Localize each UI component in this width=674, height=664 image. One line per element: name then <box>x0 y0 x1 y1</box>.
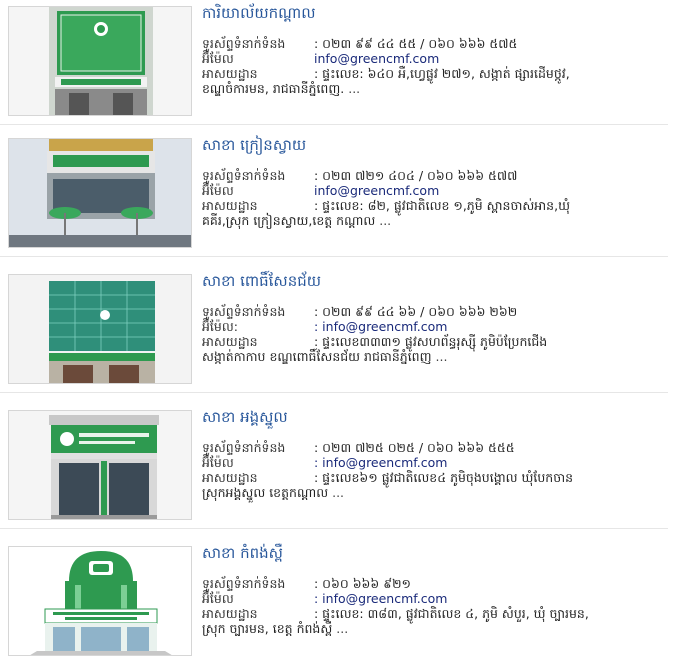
address-line-2-wrap: គគីរ,ស្រុក ក្រៀនស្វាយ,ខេត្ត កណ្តាល ... <box>202 213 664 228</box>
address-row: អាសយដ្ឋាន : ផ្ទះលេខ: ៣៨៣, ផ្លូវជាតិលេខ ៤… <box>202 606 664 621</box>
email-row: អ៊ីម៉ែល info@greencmf.com <box>202 183 664 198</box>
branch-title[interactable]: សាខា កំពង់ស្ពឺ <box>202 544 283 566</box>
email-label: អ៊ីម៉ែល <box>202 51 234 66</box>
address-line-1: : ផ្ទះលេខ: ៦៤០ អឺ,ហ្វេផ្លូវ ២៧១, សង្កាត់… <box>314 66 570 81</box>
branch-photo[interactable] <box>8 274 192 384</box>
phone-value: : ០២៣ ៩៩ ៤៤ ៥៥ / ០៦០ ៦៦៦ ៥៧៥ <box>314 36 518 51</box>
address-line-2: សង្កាត់កាកាប ខណ្ឌពោធិ៍សែនជ័យ រាជធានីភ្នំ… <box>202 349 432 364</box>
address-line-2: គគីរ,ស្រុក ក្រៀនស្វាយ,ខេត្ត កណ្តាល <box>202 213 376 228</box>
branch-item: សាខា ពោធិ៍សែនជ័យ ទូរស័ព្ទទំនាក់ទំនង : ០២… <box>0 268 668 393</box>
branch-list: ការិយាល័យកណ្តាល ទូរស័ព្ទទំនាក់ទំនង : ០២៣… <box>0 0 674 663</box>
email-label: អ៊ីម៉ែល <box>202 183 234 198</box>
address-label: អាសយដ្ឋាន <box>202 606 258 621</box>
branch-title[interactable]: សាខា អង្គស្នួល <box>202 408 288 430</box>
address-line-1: : ផ្ទះលេខ: ៨២, ផ្លូវជាតិលេខ ១,ភូមិ ស្ពាន… <box>314 198 570 213</box>
phone-row: ទូរស័ព្ទទំនាក់ទំនង : ០៦០ ៦៦៦ ៩២១ <box>202 576 664 591</box>
address-line-2-wrap: ខណ្ឌចំការមន, រាជធានីភ្នំពេញ. ... <box>202 81 664 96</box>
phone-row: ទូរស័ព្ទទំនាក់ទំនង : ០២៣ ៧២១ ៤០៤ / ០៦០ ៦… <box>202 168 664 183</box>
phone-value: : ០២៣ ៩៩ ៤៤ ៦៦ / ០៦០ ៦៦៦ ២៦២ <box>314 304 518 319</box>
phone-value: : ០៦០ ៦៦៦ ៩២១ <box>314 576 412 591</box>
building-photo-icon <box>9 411 191 519</box>
branch-title[interactable]: ការិយាល័យកណ្តាល <box>202 4 316 26</box>
email-link[interactable]: : info@greencmf.com <box>314 319 447 334</box>
email-link[interactable]: : info@greencmf.com <box>314 591 447 606</box>
more-link[interactable]: ... <box>332 485 344 500</box>
branch-item: សាខា អង្គស្នួល ទូរស័ព្ទទំនាក់ទំនង : ០២៣ … <box>0 404 668 529</box>
more-link[interactable]: ... <box>436 349 448 364</box>
address-line-2: ខណ្ឌចំការមន, រាជធានីភ្នំពេញ. <box>202 81 345 96</box>
address-line-1: : ផ្ទះលេខ៦១ ផ្លូវជាតិលេខ៤ ភូមិចុងបង្គោល … <box>314 470 574 485</box>
address-label: អាសយដ្ឋាន <box>202 198 258 213</box>
building-photo-icon <box>9 7 191 115</box>
address-line-2-wrap: ស្រុក ច្បារមន, ខេត្ត កំពង់ស្ពឺ ... <box>202 621 664 636</box>
email-label: អ៊ីម៉ែល: <box>202 319 238 334</box>
phone-label: ទូរស័ព្ទទំនាក់ទំនង <box>202 304 286 319</box>
address-label: អាសយដ្ឋាន <box>202 66 258 81</box>
email-link[interactable]: info@greencmf.com <box>314 51 439 66</box>
branch-details: ទូរស័ព្ទទំនាក់ទំនង : ០២៣ ៧២១ ៤០៤ / ០៦០ ៦… <box>202 168 664 228</box>
address-line-2-wrap: ស្រុកអង្គស្នួល ខេត្តកណ្តាល ... <box>202 485 664 500</box>
phone-row: ទូរស័ព្ទទំនាក់ទំនង : ០២៣ ៩៩ ៤៤ ៥៥ / ០៦០ … <box>202 36 664 51</box>
address-row: អាសយដ្ឋាន : ផ្ទះលេខ: ៨២, ផ្លូវជាតិលេខ ១,… <box>202 198 664 213</box>
phone-value: : ០២៣ ៧២១ ៤០៤ / ០៦០ ៦៦៦ ៥៧៧ <box>314 168 518 183</box>
branch-photo[interactable] <box>8 410 192 520</box>
email-row: អ៊ីម៉ែល info@greencmf.com <box>202 51 664 66</box>
address-line-2-wrap: សង្កាត់កាកាប ខណ្ឌពោធិ៍សែនជ័យ រាជធានីភ្នំ… <box>202 349 664 364</box>
branch-details: ទូរស័ព្ទទំនាក់ទំនង : ០២៣ ៧២៥ ០២៥ / ០៦០ ៦… <box>202 440 664 500</box>
more-link[interactable]: ... <box>336 621 348 636</box>
branch-item: សាខា ក្រៀនស្វាយ ទូរស័ព្ទទំនាក់ទំនង : ០២៣… <box>0 132 668 257</box>
address-line-1: : ផ្ទះលេខ៣៣៣១ ផ្លូវសហព័ន្ធរុស្ស៊ី ភូមិប៉… <box>314 334 548 349</box>
more-link[interactable]: ... <box>348 81 360 96</box>
branch-item: សាខា កំពង់ស្ពឺ ទូរស័ព្ទទំនាក់ទំនង : ០៦០ … <box>0 540 668 664</box>
building-photo-icon <box>9 275 191 383</box>
email-link[interactable]: info@greencmf.com <box>314 183 439 198</box>
phone-label: ទូរស័ព្ទទំនាក់ទំនង <box>202 440 286 455</box>
email-row: អ៊ីម៉ែល: : info@greencmf.com <box>202 319 664 334</box>
address-row: អាសយដ្ឋាន : ផ្ទះលេខ: ៦៤០ អឺ,ហ្វេផ្លូវ ២៧… <box>202 66 664 81</box>
address-label: អាសយដ្ឋាន <box>202 470 258 485</box>
address-line-2: ស្រុកអង្គស្នួល ខេត្តកណ្តាល <box>202 485 329 500</box>
phone-label: ទូរស័ព្ទទំនាក់ទំនង <box>202 168 286 183</box>
branch-item: ការិយាល័យកណ្តាល ទូរស័ព្ទទំនាក់ទំនង : ០២៣… <box>0 0 668 125</box>
phone-label: ទូរស័ព្ទទំនាក់ទំនង <box>202 36 286 51</box>
branch-details: ទូរស័ព្ទទំនាក់ទំនង : ០៦០ ៦៦៦ ៩២១ អ៊ីម៉ែល… <box>202 576 664 636</box>
building-illustration-icon <box>9 547 191 655</box>
branch-details: ទូរស័ព្ទទំនាក់ទំនង : ០២៣ ៩៩ ៤៤ ៥៥ / ០៦០ … <box>202 36 664 96</box>
address-line-1: : ផ្ទះលេខ: ៣៨៣, ផ្លូវជាតិលេខ ៤, ភូមិ សំប… <box>314 606 589 621</box>
email-row: អ៊ីម៉ែល : info@greencmf.com <box>202 591 664 606</box>
address-label: អាសយដ្ឋាន <box>202 334 258 349</box>
more-link[interactable]: ... <box>379 213 391 228</box>
email-label: អ៊ីម៉ែល <box>202 591 234 606</box>
address-row: អាសយដ្ឋាន : ផ្ទះលេខ៣៣៣១ ផ្លូវសហព័ន្ធរុស្… <box>202 334 664 349</box>
branch-title[interactable]: សាខា ពោធិ៍សែនជ័យ <box>202 272 321 294</box>
building-photo-icon <box>9 139 191 247</box>
address-row: អាសយដ្ឋាន : ផ្ទះលេខ៦១ ផ្លូវជាតិលេខ៤ ភូមិ… <box>202 470 664 485</box>
phone-row: ទូរស័ព្ទទំនាក់ទំនង : ០២៣ ៧២៥ ០២៥ / ០៦០ ៦… <box>202 440 664 455</box>
email-link[interactable]: : info@greencmf.com <box>314 455 447 470</box>
branch-photo[interactable] <box>8 546 192 656</box>
email-row: អ៊ីម៉ែល : info@greencmf.com <box>202 455 664 470</box>
phone-label: ទូរស័ព្ទទំនាក់ទំនង <box>202 576 286 591</box>
phone-value: : ០២៣ ៧២៥ ០២៥ / ០៦០ ៦៦៦ ៥៥៥ <box>314 440 515 455</box>
branch-title[interactable]: សាខា ក្រៀនស្វាយ <box>202 136 306 158</box>
phone-row: ទូរស័ព្ទទំនាក់ទំនង : ០២៣ ៩៩ ៤៤ ៦៦ / ០៦០ … <box>202 304 664 319</box>
branch-photo[interactable] <box>8 6 192 116</box>
branch-photo[interactable] <box>8 138 192 248</box>
address-line-2: ស្រុក ច្បារមន, ខេត្ត កំពង់ស្ពឺ <box>202 621 333 636</box>
branch-details: ទូរស័ព្ទទំនាក់ទំនង : ០២៣ ៩៩ ៤៤ ៦៦ / ០៦០ … <box>202 304 664 364</box>
email-label: អ៊ីម៉ែល <box>202 455 234 470</box>
